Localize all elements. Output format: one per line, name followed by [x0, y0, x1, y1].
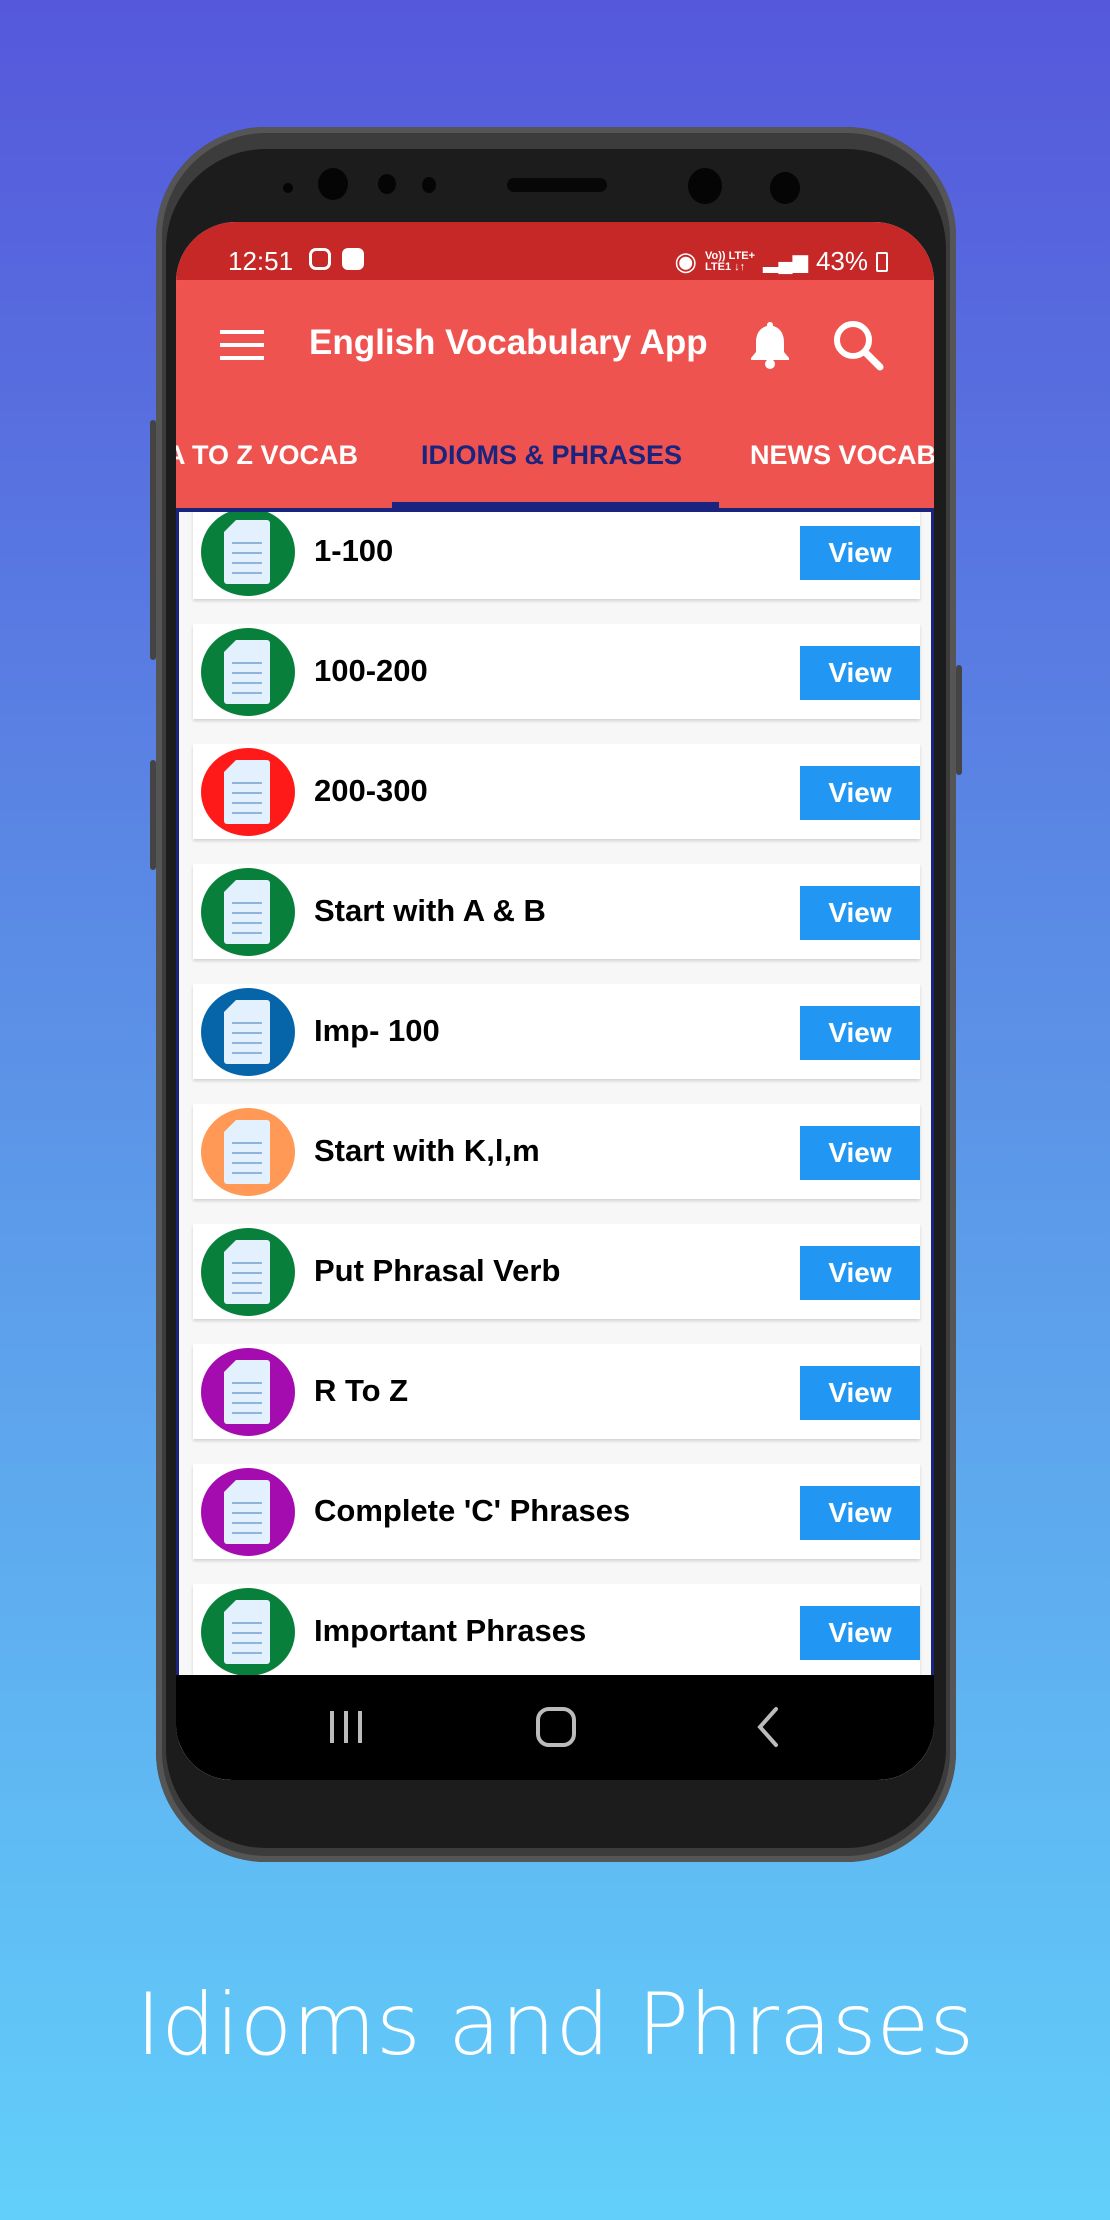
document-icon — [201, 1228, 295, 1316]
bixby-button — [150, 760, 156, 870]
document-icon — [201, 1468, 295, 1556]
power-button — [956, 665, 962, 775]
document-icon — [201, 512, 295, 596]
tab-idioms-phrases[interactable]: IDIOMS & PHRASES — [421, 440, 682, 471]
view-button[interactable]: View — [800, 886, 920, 940]
front-camera-icon — [688, 168, 722, 204]
gallery-icon — [342, 248, 364, 270]
volume-button — [150, 420, 156, 660]
list-item-label: Imp- 100 — [314, 1013, 440, 1048]
list-item-label: Start with A & B — [314, 893, 546, 928]
list-item-label: Important Phrases — [314, 1613, 587, 1648]
list-item-label: Complete 'C' Phrases — [314, 1493, 631, 1528]
status-time: 12:51 — [228, 246, 294, 276]
battery-charging-icon — [876, 251, 888, 272]
network-indicator: Vo)) LTE+ LTE1 ↓↑ — [705, 249, 756, 273]
view-button[interactable]: View — [800, 1006, 920, 1060]
iris-sensor-icon — [770, 172, 800, 204]
view-button[interactable]: View — [800, 646, 920, 700]
list-item-label: Start with K,l,m — [314, 1133, 540, 1168]
list-item[interactable]: Important Phrases View — [193, 1584, 920, 1679]
menu-icon[interactable] — [220, 330, 264, 360]
phrases-list[interactable]: 1-100 View 100-200 View 200-300 View Start wit… — [176, 508, 934, 1780]
list-item[interactable]: Start with A & B View — [193, 864, 920, 959]
sensor-icon — [422, 177, 436, 193]
list-item-label: 100-200 — [314, 653, 428, 688]
list-item[interactable]: Put Phrasal Verb View — [193, 1224, 920, 1319]
list-item[interactable]: R To Z View — [193, 1344, 920, 1439]
navigation-bar — [176, 1675, 934, 1780]
view-button[interactable]: View — [800, 1606, 920, 1660]
view-button[interactable]: View — [800, 1366, 920, 1420]
instagram-icon — [309, 248, 331, 270]
view-button[interactable]: View — [800, 1126, 920, 1180]
earpiece-speaker — [507, 178, 607, 192]
document-icon — [201, 1108, 295, 1196]
view-button[interactable]: View — [800, 526, 920, 580]
notification-bell-icon[interactable] — [746, 318, 794, 370]
list-item[interactable]: Start with K,l,m View — [193, 1104, 920, 1199]
list-item[interactable]: 200-300 View — [193, 744, 920, 839]
list-item-label: 200-300 — [314, 773, 428, 808]
list-item[interactable]: Imp- 100 View — [193, 984, 920, 1079]
view-button[interactable]: View — [800, 1246, 920, 1300]
document-icon — [201, 988, 295, 1076]
status-bar: 12:51 ◉ Vo)) LTE+ LTE1 ↓↑ ▂▄▆ 43% — [176, 222, 934, 280]
camera-icon — [318, 168, 348, 200]
tab-news-vocab[interactable]: NEWS VOCAB — [750, 440, 934, 471]
signal-icon: ▂▄▆ — [763, 251, 808, 273]
recent-apps-icon[interactable] — [326, 1707, 366, 1747]
document-icon — [201, 1588, 295, 1676]
view-button[interactable]: View — [800, 766, 920, 820]
list-item-label: Put Phrasal Verb — [314, 1253, 561, 1288]
battery-percent: 43% — [815, 246, 868, 276]
tab-a-to-z-vocab[interactable]: A TO Z VOCAB — [176, 440, 358, 471]
document-icon — [201, 748, 295, 836]
document-icon — [201, 1348, 295, 1436]
app-bar: English Vocabulary App A TO Z VOCAB IDIO… — [176, 280, 934, 510]
list-item[interactable]: Complete 'C' Phrases View — [193, 1464, 920, 1559]
back-icon[interactable] — [754, 1705, 784, 1749]
view-button[interactable]: View — [800, 1486, 920, 1540]
app-title: English Vocabulary App — [309, 323, 708, 362]
list-item[interactable]: 1-100 View — [193, 512, 920, 599]
home-icon[interactable] — [534, 1705, 578, 1749]
list-item-label: R To Z — [314, 1373, 409, 1408]
phone-screen: 12:51 ◉ Vo)) LTE+ LTE1 ↓↑ ▂▄▆ 43% English… — [176, 222, 934, 1780]
document-icon — [201, 628, 295, 716]
caption: Idioms and Phrases — [135, 1975, 975, 2075]
hotspot-icon: ◉ — [674, 246, 697, 276]
sensor-icon — [378, 174, 396, 194]
document-icon — [201, 868, 295, 956]
search-icon[interactable] — [831, 318, 885, 372]
list-item[interactable]: 100-200 View — [193, 624, 920, 719]
list-item-label: 1-100 — [314, 533, 394, 568]
sensor-icon — [283, 183, 293, 193]
